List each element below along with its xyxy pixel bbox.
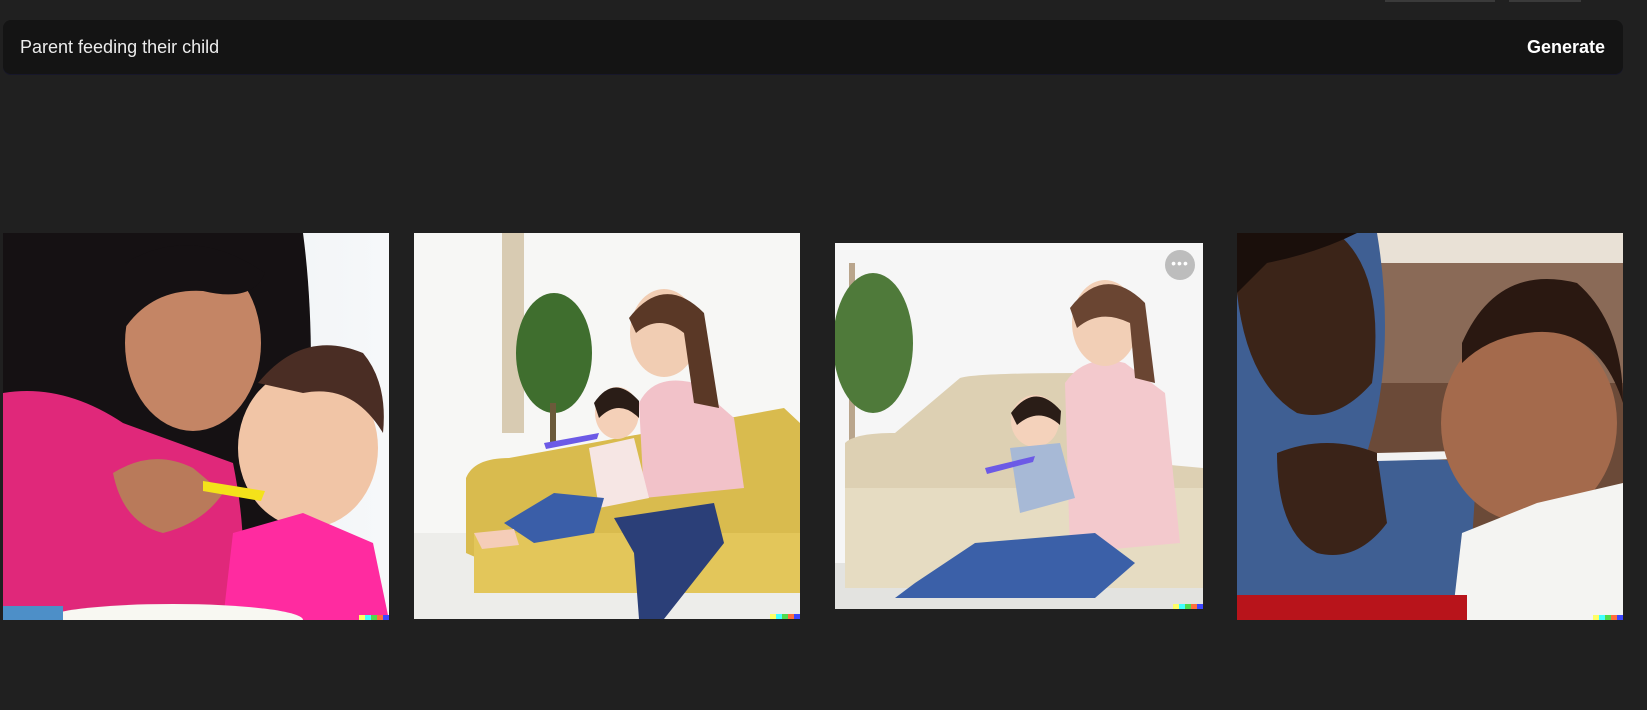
signature-swatch — [383, 615, 389, 620]
result-image-1-picture — [3, 233, 389, 620]
result-image-4-picture — [1237, 233, 1623, 620]
tab-indicator[interactable] — [1385, 0, 1495, 2]
more-options-icon[interactable]: ••• — [1165, 250, 1195, 280]
prompt-input[interactable]: Parent feeding their child — [20, 20, 219, 74]
signature-mark — [1173, 604, 1203, 609]
top-tabs — [1385, 0, 1625, 2]
signature-mark — [1593, 615, 1623, 620]
signature-mark — [359, 615, 389, 620]
result-image-1[interactable] — [3, 233, 389, 620]
generate-button[interactable]: Generate — [1527, 20, 1605, 74]
result-image-2[interactable] — [414, 233, 800, 619]
signature-mark — [770, 614, 800, 619]
result-image-4[interactable] — [1237, 233, 1623, 620]
prompt-bar[interactable]: Parent feeding their child Generate — [3, 20, 1623, 74]
signature-swatch — [1617, 615, 1623, 620]
result-image-3-picture — [835, 243, 1203, 609]
result-image-2-picture — [414, 233, 800, 619]
result-image-3[interactable]: ••• — [835, 243, 1203, 609]
signature-swatch — [794, 614, 800, 619]
signature-swatch — [1197, 604, 1203, 609]
tab-indicator[interactable] — [1509, 0, 1581, 2]
